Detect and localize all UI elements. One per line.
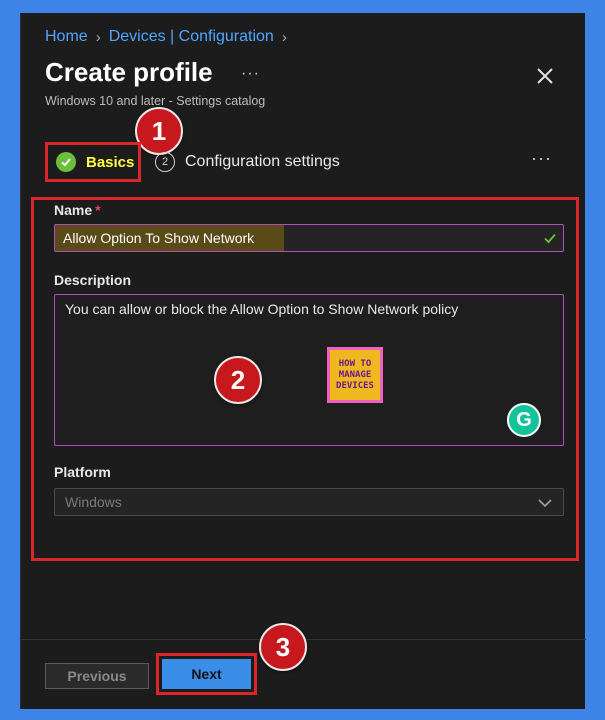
name-input-value: Allow Option To Show Network [55, 225, 285, 251]
breadcrumb-devices-configuration[interactable]: Devices | Configuration [109, 28, 274, 46]
grammarly-icon[interactable]: G [507, 403, 541, 437]
platform-select-value: Windows [65, 494, 122, 510]
chevron-right-icon: › [281, 28, 287, 46]
basics-form: Name * Allow Option To Show Network Descr… [31, 197, 579, 561]
name-label: Name * [54, 202, 101, 218]
callout-badge-3: 3 [259, 623, 307, 671]
description-value: You can allow or block the Allow Option … [65, 301, 459, 317]
how-to-manage-devices-logo: HOW TO MANAGE DEVICES [327, 347, 383, 403]
chevron-right-icon: › [95, 28, 101, 46]
tab-configuration-settings-label: Configuration settings [185, 153, 340, 170]
platform-label: Platform [54, 464, 111, 480]
name-input[interactable]: Allow Option To Show Network [54, 224, 564, 252]
next-button-highlight: Next [156, 653, 257, 695]
step-number: 2 [155, 152, 175, 172]
more-options-icon[interactable]: ··· [241, 65, 260, 83]
breadcrumb: Home › Devices | Configuration › [45, 28, 295, 46]
required-asterisk: * [95, 202, 101, 218]
valid-check-icon [543, 231, 557, 250]
platform-select[interactable]: Windows [54, 488, 564, 516]
tab-basics-label: Basics [86, 153, 135, 171]
chevron-down-icon [537, 495, 553, 514]
next-button[interactable]: Next [162, 659, 251, 689]
page-title: Create profile [45, 57, 213, 87]
description-textarea[interactable]: You can allow or block the Allow Option … [54, 294, 564, 446]
previous-button[interactable]: Previous [45, 663, 149, 689]
tab-basics[interactable]: Basics [45, 142, 141, 182]
create-profile-panel: Home › Devices | Configuration › Create … [20, 13, 586, 709]
breadcrumb-home[interactable]: Home [45, 28, 88, 46]
page-subtitle: Windows 10 and later - Settings catalog [45, 94, 266, 108]
tabs-more-icon[interactable]: ··· [531, 148, 552, 169]
wizard-tabs: Basics 2 Configuration settings ··· [45, 142, 565, 184]
check-icon [56, 152, 76, 172]
callout-badge-2: 2 [214, 356, 262, 404]
description-label: Description [54, 272, 132, 288]
tab-configuration-settings[interactable]: 2 Configuration settings [155, 142, 340, 182]
close-icon[interactable] [534, 65, 556, 87]
